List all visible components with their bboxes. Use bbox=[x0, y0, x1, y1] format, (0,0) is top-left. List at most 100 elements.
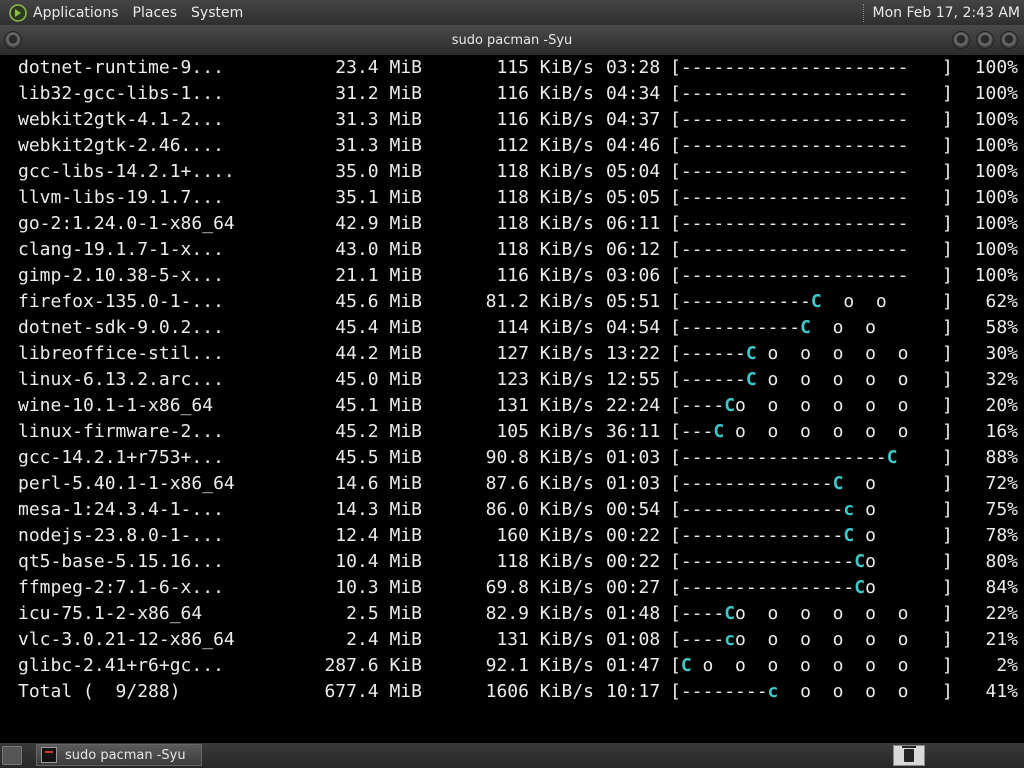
progress-percent: 20% bbox=[985, 395, 1018, 416]
progress-bar: [---------------------] bbox=[670, 161, 953, 182]
package-name: llvm-libs-19.1.7... bbox=[18, 187, 224, 208]
progress-percent: 78% bbox=[985, 525, 1018, 546]
download-rate: 69.8 KiB/s bbox=[485, 577, 594, 598]
system-menu[interactable]: System bbox=[191, 5, 243, 21]
download-eta: 03:06 bbox=[606, 265, 661, 286]
close-button[interactable] bbox=[1000, 31, 1018, 49]
progress-percent: 100% bbox=[974, 187, 1018, 208]
terminal-output[interactable]: dotnet-runtime-9... 23.4 MiB 115 KiB/s 03:2… bbox=[0, 55, 1024, 743]
progress-percent: 80% bbox=[985, 551, 1018, 572]
package-size: 12.4 MiB bbox=[335, 525, 422, 546]
progress-remaining: o o o o o o bbox=[735, 603, 920, 624]
progress-fill: ---- bbox=[680, 395, 725, 416]
progress-remaining: o o o o o o bbox=[735, 629, 920, 650]
progress-percent: 62% bbox=[985, 291, 1018, 312]
progress-bar: [C o o o o o o o ] bbox=[670, 655, 953, 676]
progress-bar: [--------------C o ] bbox=[670, 473, 953, 494]
download-eta: 01:08 bbox=[606, 629, 661, 650]
minimize-button[interactable] bbox=[952, 31, 970, 49]
download-rate: 118 KiB/s bbox=[496, 239, 594, 260]
progress-percent: 30% bbox=[985, 343, 1018, 364]
bottom-panel: sudo pacman -Syu bbox=[0, 743, 1024, 768]
show-desktop-button[interactable] bbox=[2, 746, 22, 765]
progress-remaining bbox=[898, 447, 909, 468]
clock[interactable]: Mon Feb 17, 2:43 AM bbox=[873, 5, 1020, 21]
download-rate: 118 KiB/s bbox=[496, 551, 594, 572]
package-size: 44.2 MiB bbox=[335, 343, 422, 364]
progress-bar: [-----------C o o ] bbox=[670, 317, 953, 338]
download-rate: 116 KiB/s bbox=[496, 109, 594, 130]
applications-menu[interactable]: Applications bbox=[33, 5, 119, 21]
pacman-icon: C bbox=[854, 577, 866, 598]
package-size: 2.5 MiB bbox=[346, 603, 422, 624]
package-name: dotnet-runtime-9... bbox=[18, 57, 224, 78]
download-rate: 131 KiB/s bbox=[496, 629, 594, 650]
package-name: dotnet-sdk-9.0.2... bbox=[18, 317, 224, 338]
package-name: Total ( 9/288) bbox=[18, 681, 181, 702]
download-eta: 01:03 bbox=[606, 473, 661, 494]
progress-percent: 100% bbox=[974, 83, 1018, 104]
progress-remaining: o o o o o o bbox=[735, 395, 920, 416]
pacman-icon: C bbox=[724, 395, 736, 416]
download-eta: 01:03 bbox=[606, 447, 661, 468]
progress-fill: ---- bbox=[680, 603, 725, 624]
progress-fill: ------ bbox=[680, 369, 746, 390]
taskbar-window-button[interactable]: sudo pacman -Syu bbox=[36, 744, 202, 766]
progress-bar: [----Co o o o o o ] bbox=[670, 395, 953, 416]
progress-percent: 84% bbox=[985, 577, 1018, 598]
progress-bar: [-------------------C ] bbox=[670, 447, 953, 468]
progress-remaining: o o bbox=[810, 317, 898, 338]
progress-fill: ---- bbox=[680, 629, 725, 650]
progress-bar: [--------c o o o o ] bbox=[670, 681, 953, 702]
download-eta: 06:12 bbox=[606, 239, 661, 260]
progress-bar: [------C o o o o o ] bbox=[670, 369, 953, 390]
pacman-icon: c bbox=[724, 629, 736, 650]
download-eta: 10:17 bbox=[606, 681, 661, 702]
download-eta: 13:22 bbox=[606, 343, 661, 364]
progress-percent: 100% bbox=[974, 265, 1018, 286]
progress-remaining: o bbox=[854, 499, 887, 520]
places-menu[interactable]: Places bbox=[133, 5, 178, 21]
download-rate: 105 KiB/s bbox=[496, 421, 594, 442]
download-rate: 1606 KiB/s bbox=[485, 681, 594, 702]
window-titlebar[interactable]: sudo pacman -Syu bbox=[0, 25, 1024, 55]
package-size: 35.0 MiB bbox=[335, 161, 422, 182]
progress-percent: 41% bbox=[985, 681, 1018, 702]
progress-bar: [---------------------] bbox=[670, 83, 953, 104]
taskbar-window-label: sudo pacman -Syu bbox=[65, 747, 186, 763]
pacman-icon: c bbox=[843, 499, 855, 520]
progress-percent: 22% bbox=[985, 603, 1018, 624]
progress-fill: --------------------- bbox=[680, 83, 909, 104]
progress-fill: ----------- bbox=[680, 317, 801, 338]
pacman-icon: C bbox=[745, 343, 757, 364]
package-size: 42.9 MiB bbox=[335, 213, 422, 234]
package-size: 14.3 MiB bbox=[335, 499, 422, 520]
pacman-icon: C bbox=[713, 421, 725, 442]
maximize-button[interactable] bbox=[976, 31, 994, 49]
pacman-icon: C bbox=[886, 447, 898, 468]
progress-bar: [---------------------] bbox=[670, 57, 953, 78]
progress-remaining: o o o o o o bbox=[724, 421, 920, 442]
download-eta: 04:34 bbox=[606, 83, 661, 104]
package-size: 14.6 MiB bbox=[335, 473, 422, 494]
package-name: firefox-135.0-1-... bbox=[18, 291, 224, 312]
progress-bar: [---------------------] bbox=[670, 265, 953, 286]
progress-bar: [------C o o o o o ] bbox=[670, 343, 953, 364]
package-size: 10.3 MiB bbox=[335, 577, 422, 598]
distro-logo-icon[interactable] bbox=[9, 3, 27, 22]
trash-applet[interactable] bbox=[893, 745, 925, 766]
window-menu-button[interactable] bbox=[4, 31, 22, 49]
package-name: gcc-14.2.1+r753+... bbox=[18, 447, 224, 468]
download-eta: 06:11 bbox=[606, 213, 661, 234]
pacman-icon: C bbox=[854, 551, 866, 572]
download-rate: 131 KiB/s bbox=[496, 395, 594, 416]
progress-remaining: o o bbox=[821, 291, 898, 312]
progress-percent: 75% bbox=[985, 499, 1018, 520]
pacman-icon: C bbox=[745, 369, 757, 390]
download-rate: 92.1 KiB/s bbox=[485, 655, 594, 676]
download-eta: 04:54 bbox=[606, 317, 661, 338]
pacman-icon: C bbox=[800, 317, 811, 338]
download-rate: 90.8 KiB/s bbox=[485, 447, 594, 468]
pacman-icon: c bbox=[767, 681, 779, 702]
progress-fill: --------------- bbox=[680, 499, 844, 520]
